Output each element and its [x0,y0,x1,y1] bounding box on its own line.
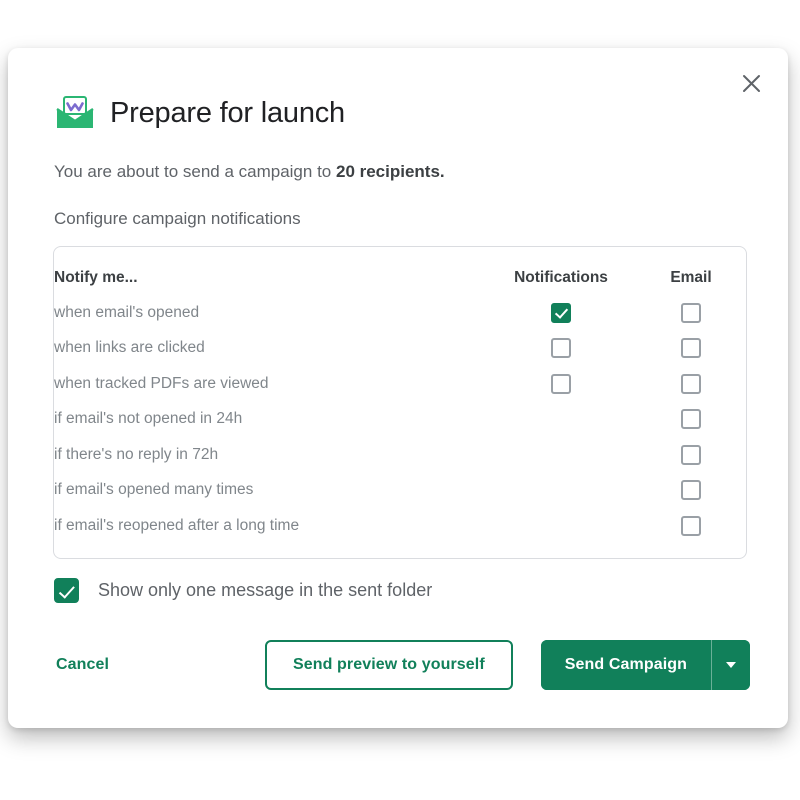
row-notifications-cell [486,402,636,438]
row-notifications-cell [486,295,636,331]
sent-folder-checkbox[interactable] [54,578,79,603]
table-row: when links are clicked [54,331,746,367]
row-label: if there's no reply in 72h [54,445,219,463]
section-label-notifications: Configure campaign notifications [54,209,301,228]
notifications-checkbox[interactable] [551,373,571,394]
table-row: if there's no reply in 72h [54,437,746,473]
notifications-table-body: when email's opened when links are click… [54,295,746,544]
notifications-checkbox[interactable] [551,338,571,359]
row-label: when links are clicked [54,339,205,357]
notifications-table-card: Notify me... Notifications Email when em… [53,246,747,559]
header-notify-me: Notify me... [54,269,138,286]
table-row: if email's reopened after a long time [54,508,746,544]
cancel-button[interactable]: Cancel [54,650,111,680]
email-checkbox[interactable] [681,302,701,323]
row-notifications-cell [486,437,636,473]
email-checkbox[interactable] [681,480,701,501]
table-row: when tracked PDFs are viewed [54,366,746,402]
send-campaign-split-button: Send Campaign [540,640,750,690]
table-row: if email's not opened in 24h [54,402,746,438]
row-label: when tracked PDFs are viewed [54,374,269,392]
recipients-summary-prefix: You are about to send a campaign to [54,162,336,181]
table-header-row: Notify me... Notifications Email [54,261,746,295]
row-label: if email's not opened in 24h [54,410,243,428]
open-envelope-icon [54,96,96,130]
sent-folder-option[interactable]: Show only one message in the sent folder [54,578,432,603]
row-email-cell [636,508,746,544]
row-email-cell [636,473,746,509]
row-notifications-cell [486,473,636,509]
prepare-for-launch-dialog: Prepare for launch You are about to send… [8,48,788,728]
screenshot-root: Prepare for launch You are about to send… [0,0,800,800]
row-email-cell [636,366,746,402]
table-row: when email's opened [54,295,746,331]
row-notifications-cell [486,366,636,402]
send-campaign-button[interactable]: Send Campaign [540,640,711,690]
notifications-table: Notify me... Notifications Email when em… [54,261,746,544]
email-checkbox[interactable] [681,409,701,430]
email-checkbox[interactable] [681,338,701,359]
dialog-header: Prepare for launch [54,96,345,130]
recipients-summary: You are about to send a campaign to 20 r… [54,160,445,184]
recipients-count: 20 recipients. [335,162,445,181]
row-email-cell [636,295,746,331]
row-email-cell [636,402,746,438]
page-title: Prepare for launch [110,96,345,129]
row-label: if email's reopened after a long time [54,516,300,534]
chevron-down-icon [726,662,736,668]
notifications-checkbox[interactable] [551,302,571,323]
email-checkbox[interactable] [681,515,701,536]
row-notifications-cell [486,508,636,544]
row-label: if email's opened many times [54,481,254,499]
row-label: when email's opened [54,303,200,321]
header-email: Email [670,269,712,286]
email-checkbox[interactable] [681,444,701,465]
send-campaign-dropdown-button[interactable] [712,640,750,690]
sent-folder-label: Show only one message in the sent folder [98,580,433,600]
table-row: if email's opened many times [54,473,746,509]
send-preview-button[interactable]: Send preview to yourself [264,640,513,690]
close-icon[interactable] [734,66,768,100]
dialog-actions: Cancel Send preview to yourself Send Cam… [54,640,750,690]
row-email-cell [636,331,746,367]
email-checkbox[interactable] [681,373,701,394]
row-notifications-cell [486,331,636,367]
header-notifications: Notifications [514,269,608,286]
row-email-cell [636,437,746,473]
